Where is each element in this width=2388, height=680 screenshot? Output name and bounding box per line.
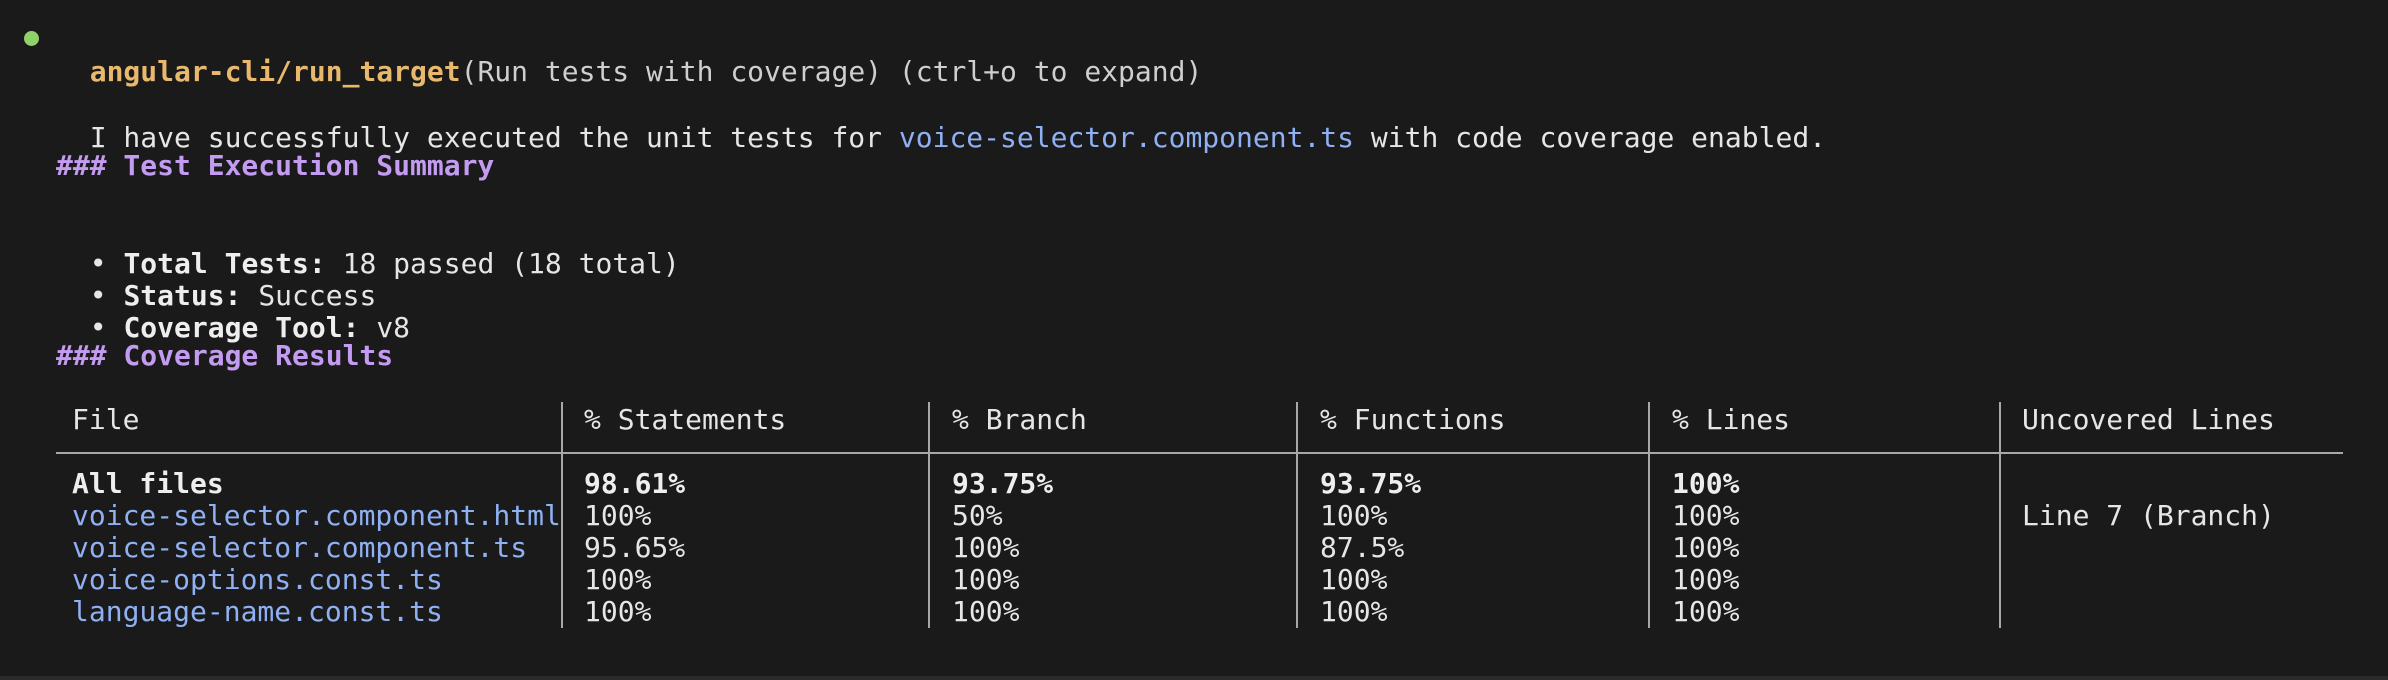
column-divider [1648, 402, 1650, 628]
table-cell-statements: 100% [584, 563, 652, 596]
table-cell-statements: 100% [584, 499, 652, 532]
table-cell-branch: 100% [952, 595, 1020, 628]
message-line: I have successfully executed the unit te… [56, 84, 1826, 154]
summary-item: • Total Tests: 18 passed (18 total) [56, 210, 680, 280]
table-cell-functions: 100% [1320, 563, 1388, 596]
table-cell-branch: 100% [952, 563, 1020, 596]
table-cell-functions: 93.75% [1320, 467, 1422, 500]
message-suffix: with code coverage enabled. [1354, 121, 1827, 154]
bottom-divider [0, 676, 2388, 680]
column-divider [928, 402, 930, 628]
column-header-lines: % Lines [1672, 403, 1791, 436]
table-row-file: All files [72, 467, 224, 500]
table-cell-lines: 100% [1672, 563, 1740, 596]
summary-heading: ### Test Execution Summary [56, 149, 495, 182]
table-cell-lines: 100% [1672, 531, 1740, 564]
table-cell-functions: 100% [1320, 595, 1388, 628]
tool-call-line[interactable]: angular-cli/run_target(Run tests with co… [56, 18, 1203, 88]
column-divider [1296, 402, 1298, 628]
table-cell-lines: 100% [1672, 467, 1740, 500]
table-cell-functions: 87.5% [1320, 531, 1405, 564]
table-cell-statements: 95.65% [584, 531, 686, 564]
table-cell-lines: 100% [1672, 595, 1740, 628]
column-header-file: File [72, 403, 140, 436]
column-header-branch: % Branch [952, 403, 1087, 436]
table-row-file[interactable]: voice-options.const.ts [72, 564, 443, 596]
column-divider [561, 402, 563, 628]
table-cell-branch: 93.75% [952, 467, 1054, 500]
table-cell-lines: 100% [1672, 499, 1740, 532]
header-rule [56, 452, 2343, 454]
message-file-link[interactable]: voice-selector.component.ts [899, 121, 1354, 154]
table-cell-statements: 98.61% [584, 467, 686, 500]
table-row-file[interactable]: voice-selector.component.ts [72, 532, 527, 564]
summary-item: • Status: Success [56, 242, 377, 312]
table-row-file[interactable]: language-name.const.ts [72, 596, 443, 628]
coverage-heading: ### Coverage Results [56, 339, 394, 372]
table-cell-functions: 100% [1320, 499, 1388, 532]
column-header-functions: % Functions [1320, 403, 1506, 436]
summary-item: • Coverage Tool: v8 [56, 274, 410, 344]
column-header-uncovered: Uncovered Lines [2022, 403, 2275, 436]
table-cell-branch: 50% [952, 499, 1003, 532]
table-cell-uncovered: Line 7 (Branch) [2022, 499, 2275, 532]
table-row-file[interactable]: voice-selector.component.html [72, 500, 561, 532]
column-header-statements: % Statements [584, 403, 787, 436]
status-dot-icon [24, 31, 39, 46]
coverage-table: File % Statements % Branch % Functions %… [56, 402, 2343, 628]
table-cell-statements: 100% [584, 595, 652, 628]
table-cell-branch: 100% [952, 531, 1020, 564]
column-divider [1999, 402, 2001, 628]
